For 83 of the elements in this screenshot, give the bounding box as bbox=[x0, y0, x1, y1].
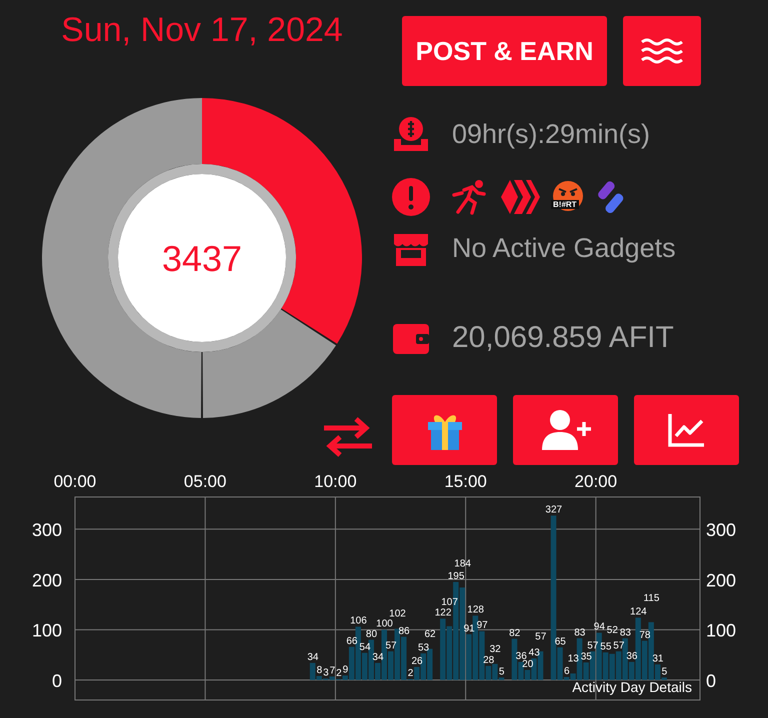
bar-value-label: 13 bbox=[568, 653, 579, 664]
logo-label: B!#RT bbox=[551, 200, 579, 210]
bar-value-label: 195 bbox=[448, 570, 464, 582]
bar-value-label: 9 bbox=[342, 664, 348, 676]
bar-value-label: 43 bbox=[528, 647, 540, 658]
bar-value-label: 8 bbox=[316, 664, 322, 676]
coin-icon bbox=[392, 115, 430, 154]
bar-value-label: 5 bbox=[662, 666, 668, 678]
bar-value-label: 66 bbox=[346, 636, 358, 647]
bar-value-label: 115 bbox=[643, 593, 660, 604]
bar-value-label: 122 bbox=[434, 608, 452, 619]
x-axis-label: 10:00 bbox=[314, 472, 357, 491]
y-axis-label: 0 bbox=[52, 671, 62, 691]
bar-value-label: 57 bbox=[613, 640, 624, 652]
add-friend-button[interactable] bbox=[513, 395, 618, 465]
gadgets-status: No Active Gadgets bbox=[452, 233, 676, 264]
bar-value-label: 52 bbox=[606, 624, 618, 636]
bar-value-label: 54 bbox=[359, 642, 371, 653]
bar-value-label: 35 bbox=[580, 651, 592, 662]
bar-value-label: 78 bbox=[639, 630, 650, 641]
line-chart-icon bbox=[666, 412, 706, 448]
time-left-text: 09hr(s):29min(s) bbox=[452, 118, 650, 150]
bar-value-label: 57 bbox=[385, 640, 397, 652]
bar-value-label: 31 bbox=[652, 653, 664, 664]
add-user-icon bbox=[540, 408, 592, 452]
bar-value-label: 55 bbox=[600, 641, 612, 652]
balance-text: 20,069.859 AFIT bbox=[452, 320, 674, 355]
bar-value-label: 2 bbox=[408, 668, 414, 679]
bar-value-label: 6 bbox=[564, 666, 570, 677]
y-axis-label: 0 bbox=[706, 671, 716, 691]
bar-value-label: 28 bbox=[483, 654, 494, 666]
bar-value-label: 128 bbox=[467, 604, 484, 616]
bar-value-label: 106 bbox=[350, 616, 367, 627]
bar-value-label: 83 bbox=[620, 627, 631, 638]
chart-caption: Activity Day Details bbox=[572, 679, 692, 695]
bar-value-label: 102 bbox=[389, 608, 406, 620]
bar-value-label: 86 bbox=[398, 626, 410, 637]
bar-value-label: 94 bbox=[594, 622, 605, 633]
bar-value-label: 7 bbox=[330, 665, 336, 676]
x-axis-label: 20:00 bbox=[574, 472, 618, 491]
menu-button[interactable] bbox=[623, 16, 701, 86]
bar-value-label: 53 bbox=[418, 642, 430, 654]
bar-value-label: 327 bbox=[545, 504, 562, 516]
bar-value-label: 26 bbox=[411, 656, 423, 667]
x-axis-label: 00:00 bbox=[54, 472, 96, 491]
bar-value-label: 32 bbox=[490, 644, 501, 655]
stats-button[interactable] bbox=[634, 395, 739, 465]
bar-value-label: 57 bbox=[535, 631, 546, 642]
y-axis-label: 100 bbox=[32, 620, 62, 641]
hive-logo-icon bbox=[500, 178, 540, 216]
bar-value-label: 97 bbox=[476, 620, 488, 632]
bar-value-label: 83 bbox=[574, 627, 586, 638]
bar-value-label: 34 bbox=[307, 652, 318, 663]
bar-value-label: 80 bbox=[366, 628, 378, 640]
x-axis-label: 15:00 bbox=[444, 472, 487, 491]
x-axis-label: 05:00 bbox=[184, 472, 226, 491]
bar-value-label: 3 bbox=[323, 668, 329, 678]
y-axis-label: 300 bbox=[706, 520, 736, 540]
y-axis-label: 300 bbox=[32, 520, 62, 540]
bar-value-label: 100 bbox=[376, 618, 393, 630]
bar-value-label: 107 bbox=[441, 597, 458, 608]
bar-value-label: 91 bbox=[464, 623, 475, 634]
step-count: 3437 bbox=[162, 238, 242, 279]
bar-value-label: 5 bbox=[498, 666, 504, 678]
bar-value-label: 34 bbox=[372, 652, 384, 663]
gift-button[interactable] bbox=[392, 395, 497, 465]
alert-icon bbox=[392, 178, 430, 216]
swap-arrows-icon bbox=[322, 414, 374, 460]
bar-value-label: 36 bbox=[626, 650, 638, 662]
bar-value-label: 57 bbox=[587, 640, 598, 652]
bar-value-label: 62 bbox=[424, 628, 436, 640]
bar-value-label: 82 bbox=[509, 628, 520, 639]
y-axis-label: 200 bbox=[706, 570, 736, 590]
bar-value-label: 65 bbox=[554, 636, 566, 648]
waves-icon bbox=[640, 37, 684, 65]
bar-value-label: 184 bbox=[454, 558, 471, 570]
date-heading: Sun, Nov 17, 2024 bbox=[60, 10, 344, 51]
y-axis-label: 100 bbox=[706, 620, 736, 641]
bar-value-label: 20 bbox=[522, 658, 534, 670]
bar-value-label: 124 bbox=[630, 606, 647, 618]
bar-value-label: 2 bbox=[336, 668, 342, 679]
y-axis-label: 200 bbox=[32, 570, 62, 590]
post-and-earn-button[interactable]: POST & EARN bbox=[402, 16, 607, 86]
